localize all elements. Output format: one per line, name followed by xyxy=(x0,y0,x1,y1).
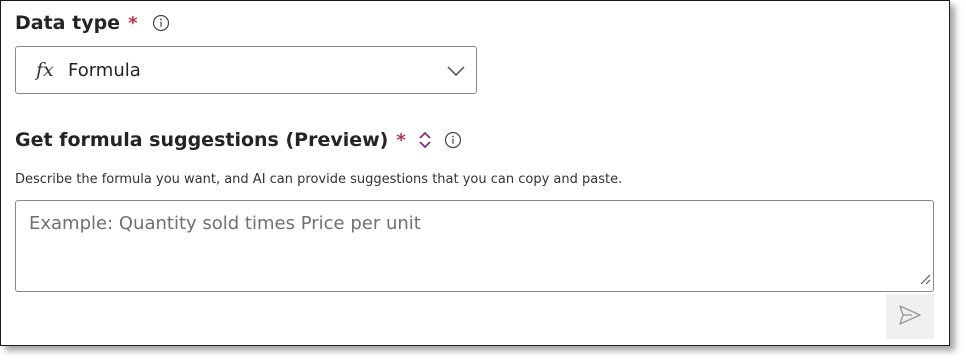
formula-description-input[interactable]: Example: Quantity sold times Price per u… xyxy=(15,200,934,292)
send-icon xyxy=(898,304,922,330)
info-icon[interactable] xyxy=(152,14,170,32)
info-icon[interactable] xyxy=(444,131,462,149)
data-type-dropdown[interactable]: fx Formula xyxy=(15,46,477,94)
chevron-down-icon xyxy=(446,61,466,85)
send-button[interactable] xyxy=(886,294,934,339)
fx-formula-icon: fx xyxy=(36,59,54,81)
formula-suggestions-description: Describe the formula you want, and AI ca… xyxy=(15,172,623,187)
required-asterisk: * xyxy=(396,129,406,151)
formula-suggestions-label: Get formula suggestions (Preview) xyxy=(15,129,389,151)
data-type-label-row: Data type * xyxy=(15,12,170,34)
input-placeholder: Example: Quantity sold times Price per u… xyxy=(29,213,421,234)
copilot-icon xyxy=(418,130,432,150)
data-type-selected-value: Formula xyxy=(68,59,141,81)
form-panel: Data type * fx Formula Get formula sugge… xyxy=(0,0,950,346)
resize-handle-icon[interactable] xyxy=(919,270,931,289)
data-type-label: Data type xyxy=(15,12,121,34)
formula-suggestions-label-row: Get formula suggestions (Preview) * xyxy=(15,129,462,151)
required-asterisk: * xyxy=(128,12,138,34)
